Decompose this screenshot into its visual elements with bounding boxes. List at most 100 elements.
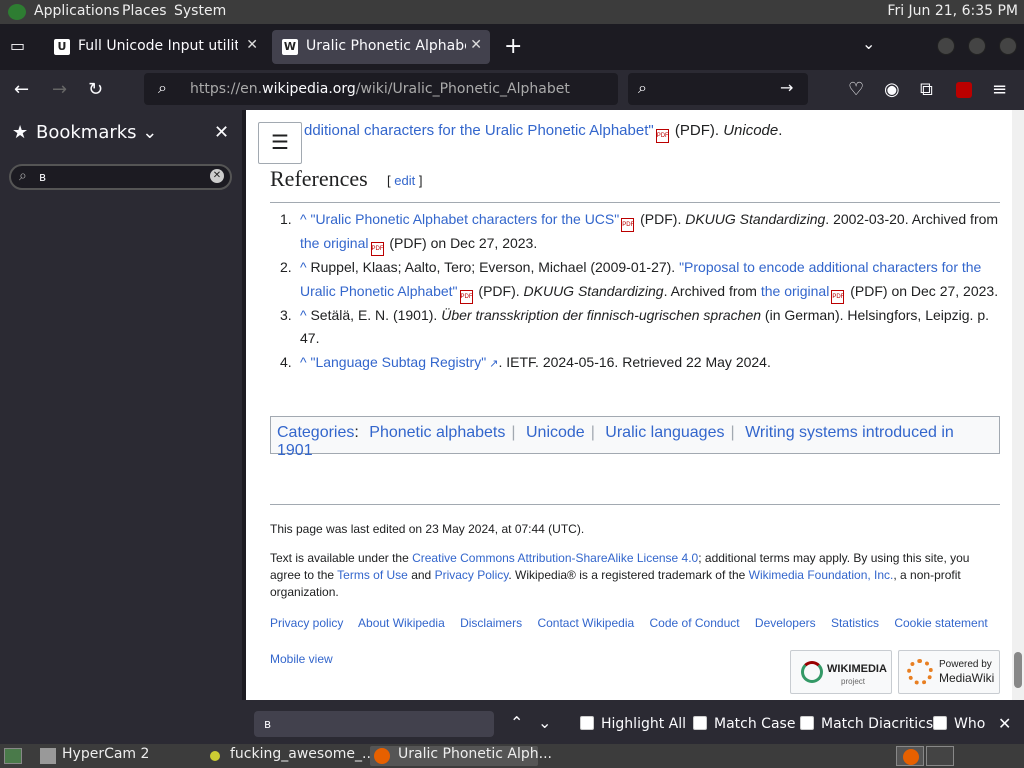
bookmarks-sidebar: ★ Bookmarks ⌄ ✕ ⌕ в ✕	[0, 110, 242, 700]
find-next-icon[interactable]: ⌄	[538, 713, 551, 732]
clear-icon[interactable]: ✕	[210, 169, 224, 183]
whole-words-checkbox[interactable]	[933, 716, 947, 730]
extensions-icon[interactable]: ⧉	[920, 79, 933, 100]
footer-link[interactable]: Code of Conduct	[650, 616, 740, 630]
mediawiki-badge[interactable]: Powered by MediaWiki	[898, 650, 1000, 694]
maximize-icon[interactable]	[968, 37, 986, 55]
match-diacritics-label: Match Diacritics	[821, 716, 934, 732]
back-icon[interactable]: ←	[14, 79, 29, 100]
find-input[interactable]: в	[254, 711, 494, 737]
search-value: в	[39, 170, 47, 184]
close-icon[interactable]: ✕	[214, 122, 229, 143]
mediawiki-logo-icon	[907, 659, 933, 685]
star-icon: ★	[12, 122, 29, 143]
tab-strip: ▭ U Full Unicode Input utility ✕ W Urali…	[0, 24, 1024, 70]
file-icon	[210, 751, 220, 761]
ublock-icon[interactable]	[956, 82, 972, 98]
tab-title: Uralic Phonetic Alphabet - W	[306, 38, 466, 54]
footer-link[interactable]: About Wikipedia	[358, 616, 445, 630]
menu-places[interactable]: Places	[122, 3, 167, 19]
external-link-icon: ↗	[486, 357, 499, 370]
forward-icon[interactable]: →	[52, 79, 67, 100]
footer-link[interactable]: Disclaimers	[460, 616, 522, 630]
list-icon: ☰	[271, 132, 289, 154]
heading-divider	[270, 202, 1000, 203]
search-icon: ⌕	[158, 78, 167, 97]
whole-words-label: Who	[954, 716, 986, 732]
footer-link[interactable]: Cookie statement	[894, 616, 987, 630]
firefox-icon	[374, 748, 390, 764]
distro-logo-icon[interactable]	[8, 4, 26, 20]
highlight-all-label: Highlight All	[601, 716, 687, 732]
bookmarks-search-input[interactable]: ⌕ в ✕	[9, 164, 232, 190]
page-content: ☰ dditional characters for the Uralic Ph…	[246, 110, 1012, 700]
close-tab-icon[interactable]: ✕	[246, 37, 258, 53]
chevron-down-icon[interactable]: ⌄	[862, 34, 875, 53]
references-heading: References	[270, 166, 368, 191]
edit-link[interactable]: [ edit ]	[387, 173, 422, 188]
tab-uralic-phonetic[interactable]: W Uralic Phonetic Alphabet - W ✕	[272, 30, 490, 64]
search-bar[interactable]: ⌕ →	[628, 73, 808, 105]
footer-link[interactable]: Developers	[755, 616, 816, 630]
close-tab-icon[interactable]: ✕	[470, 37, 482, 53]
scrollbar-thumb[interactable]	[1014, 652, 1022, 688]
footer-link[interactable]: Contact Wikipedia	[537, 616, 634, 630]
clock[interactable]: Fri Jun 21, 6:35 PM	[887, 3, 1018, 19]
last-edited: This page was last edited on 23 May 2024…	[270, 522, 585, 536]
wikipedia-favicon-icon: W	[282, 39, 298, 55]
match-case-label: Match Case	[714, 716, 796, 732]
top-panel: Applications Places System Fri Jun 21, 6…	[0, 0, 1024, 24]
toc-toggle-button[interactable]: ☰	[258, 122, 302, 164]
minimize-icon[interactable]	[937, 37, 955, 55]
vertical-scrollbar[interactable]	[1012, 110, 1024, 700]
tab-unicode-input[interactable]: U Full Unicode Input utility ✕	[44, 30, 266, 64]
pdf-icon: PDF	[370, 242, 384, 256]
menu-icon[interactable]: ≡	[992, 79, 1007, 100]
search-icon: ⌕	[19, 168, 27, 184]
reference-list: 1. ^ "Uralic Phonetic Alphabet characters…	[280, 208, 1006, 376]
account-icon[interactable]: ◉	[884, 79, 900, 100]
hypercam-icon	[40, 748, 56, 764]
pdf-icon: PDF	[621, 218, 635, 232]
task-file[interactable]: fucking_awesome_...	[206, 746, 375, 766]
pdf-icon: PDF	[459, 289, 473, 304]
show-desktop-icon[interactable]	[4, 748, 22, 764]
footer-link[interactable]: Statistics	[831, 616, 879, 630]
pdf-icon: PDF	[831, 289, 845, 304]
pdf-icon: PDF	[655, 129, 669, 143]
menu-system[interactable]: System	[174, 3, 226, 19]
match-case-checkbox[interactable]	[693, 716, 707, 730]
new-tab-icon[interactable]: +	[504, 34, 522, 59]
previous-ref-fragment: dditional characters for the Uralic Phon…	[304, 122, 782, 143]
nav-bar: ← → ↻ ⌕ https://en.wikipedia.org/wiki/Ur…	[0, 70, 1024, 110]
close-icon[interactable]: ✕	[998, 714, 1011, 733]
footer-links: Privacy policy About Wikipedia Disclaime…	[270, 616, 1000, 630]
go-arrow-icon[interactable]: →	[780, 78, 793, 97]
workspace-2[interactable]	[926, 746, 954, 766]
task-hypercam[interactable]: HyperCam 2	[38, 746, 198, 766]
unicode-favicon-icon: U	[54, 39, 70, 55]
pocket-icon[interactable]: ♡	[848, 79, 864, 100]
list-item: 3. ^ Setälä, E. N. (1901). Über transskri…	[280, 306, 990, 347]
mobile-view-link[interactable]: Mobile view	[270, 652, 333, 666]
close-window-icon[interactable]	[999, 37, 1017, 55]
taskbar: HyperCam 2 fucking_awesome_... Uralic Ph…	[0, 744, 1024, 768]
reload-icon[interactable]: ↻	[88, 79, 103, 100]
sidebar-title[interactable]: Bookmarks ⌄	[36, 122, 157, 143]
footer-link[interactable]: Privacy policy	[270, 616, 343, 630]
url-bar[interactable]: ⌕ https://en.wikipedia.org/wiki/Uralic_P…	[144, 73, 618, 105]
wikimedia-badge[interactable]: WIKIMEDIA project	[790, 650, 892, 694]
category-links: Categories: Phonetic alphabets | Unicode |…	[270, 416, 1000, 459]
find-bar: в ⌃ ⌄ Highlight All Match Case Match Dia…	[246, 704, 1024, 744]
firefox-view-icon[interactable]: ▭	[10, 36, 25, 55]
list-item: 4. ^ "Language Subtag Registry" ↗. IETF. …	[280, 353, 771, 370]
footer-divider	[270, 504, 1000, 505]
menu-applications[interactable]: Applications	[34, 3, 120, 19]
task-firefox[interactable]: Uralic Phonetic Alph...	[370, 746, 552, 766]
workspace-switcher-icon[interactable]	[896, 746, 924, 766]
find-previous-icon[interactable]: ⌃	[510, 713, 523, 732]
match-diacritics-checkbox[interactable]	[800, 716, 814, 730]
url-text[interactable]: https://en.wikipedia.org/wiki/Uralic_Pho…	[190, 81, 570, 97]
highlight-all-checkbox[interactable]	[580, 716, 594, 730]
tab-title: Full Unicode Input utility	[78, 38, 238, 54]
